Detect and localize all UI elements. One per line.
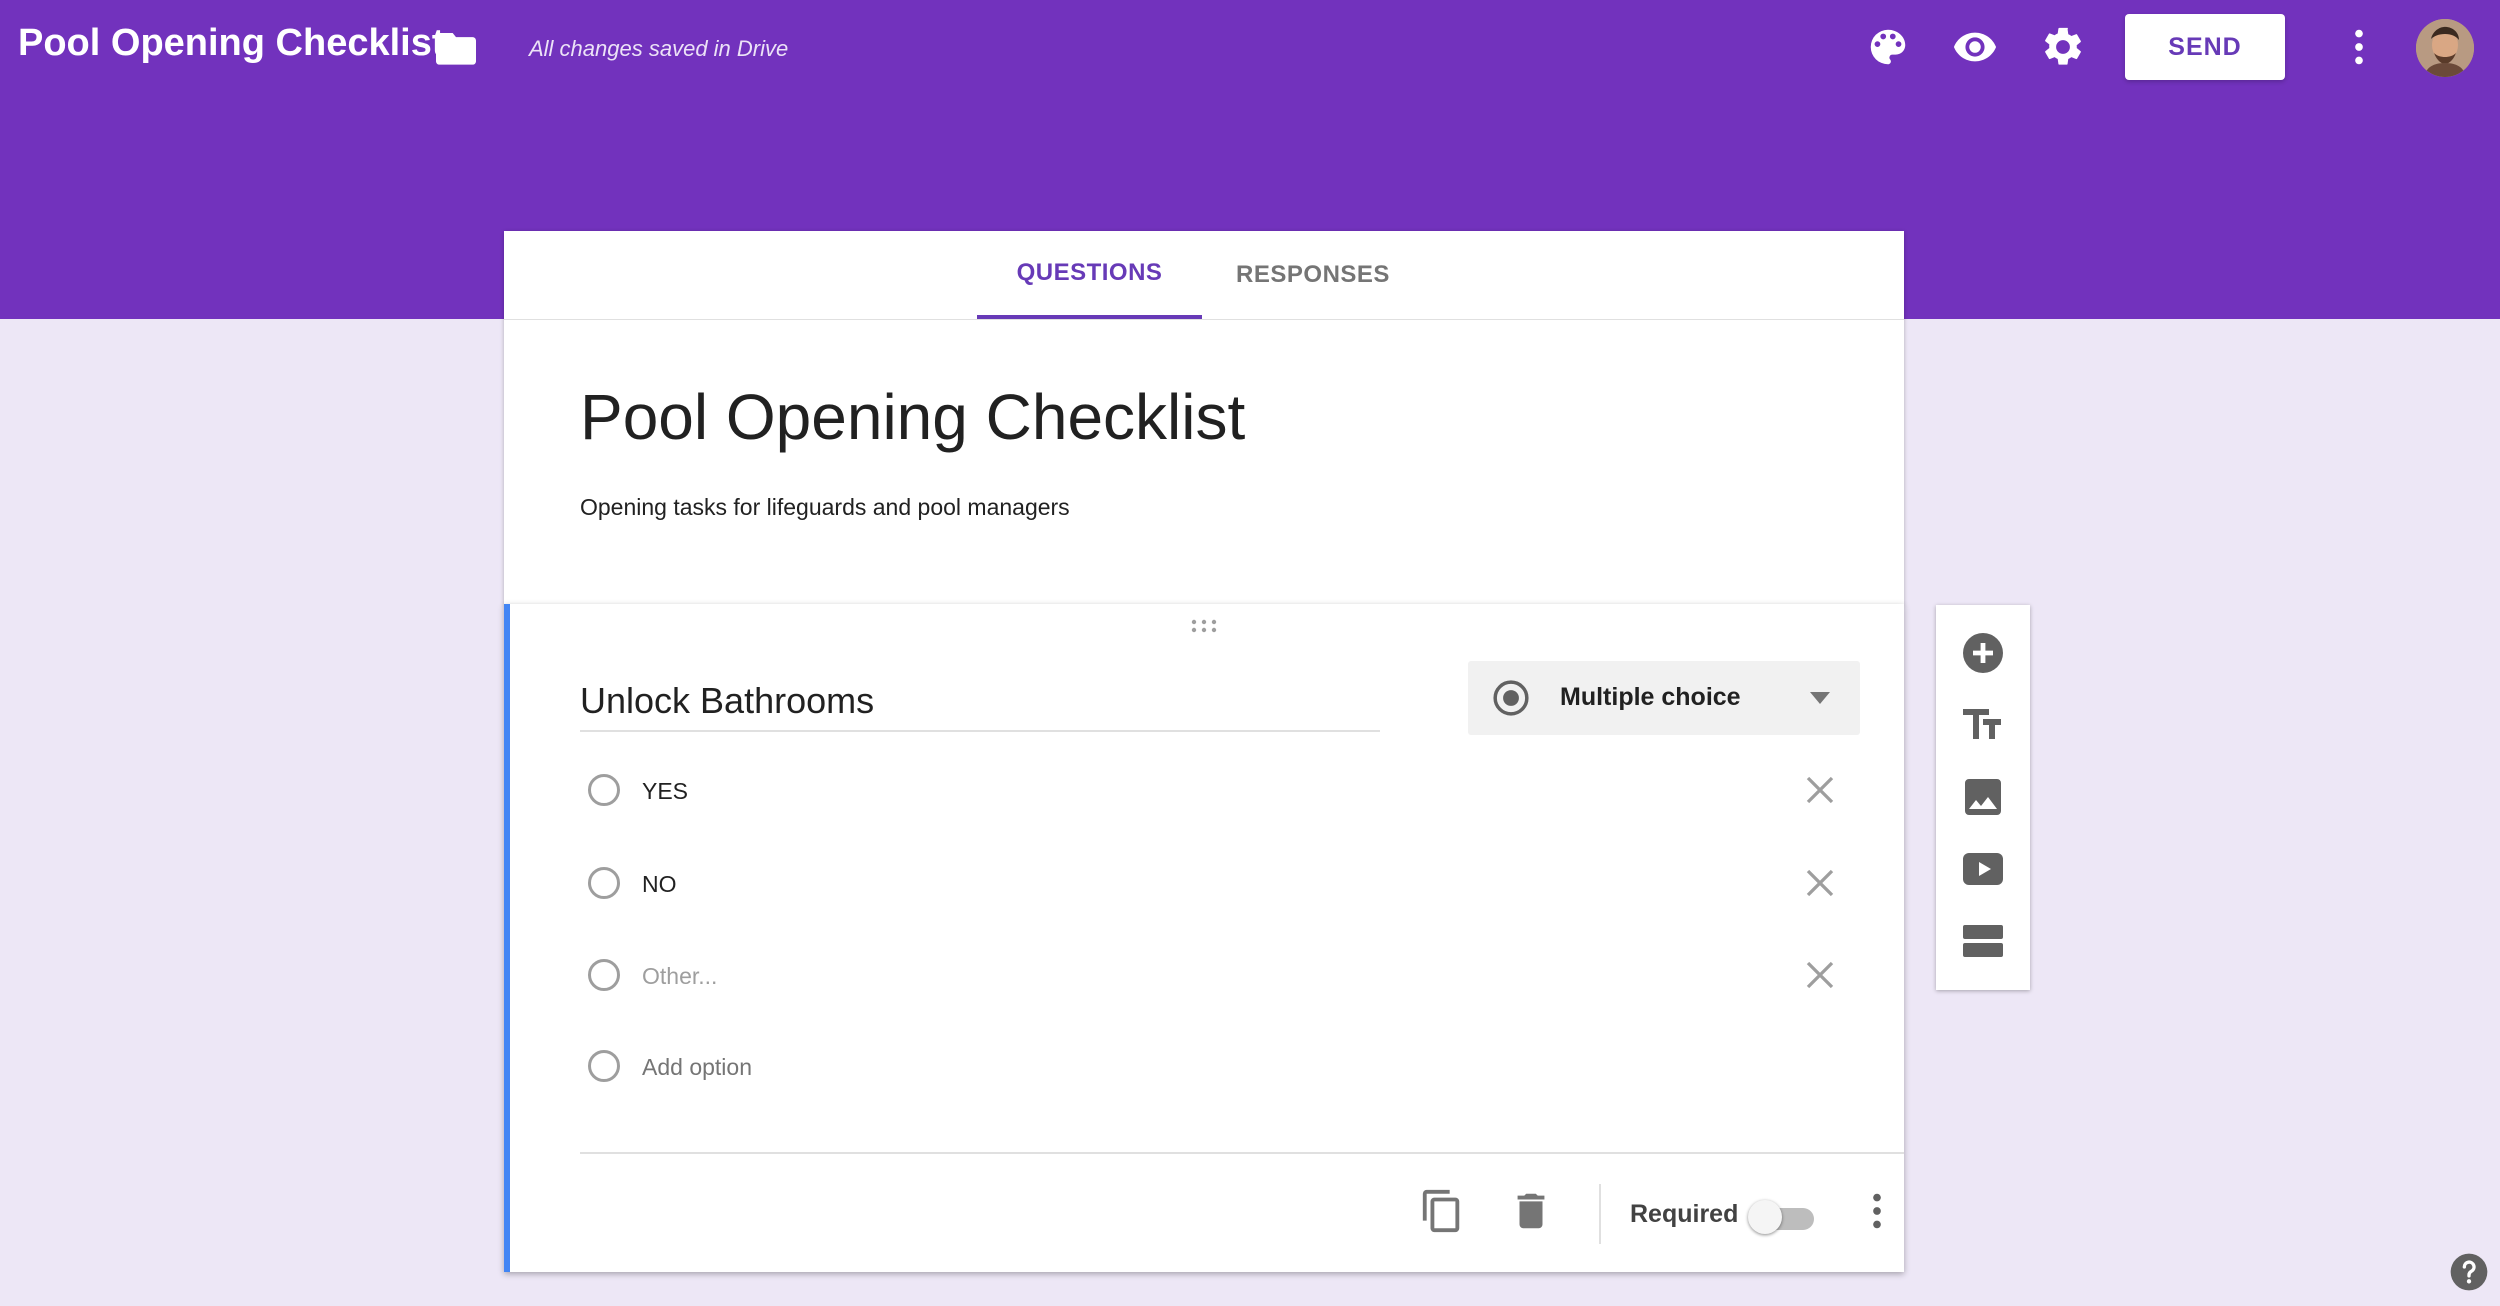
more-vert-icon[interactable] xyxy=(2336,24,2382,70)
form-header-card: QUESTIONS RESPONSES Pool Opening Checkli… xyxy=(504,231,1904,606)
side-toolbar xyxy=(1936,605,2030,990)
add-option-row[interactable]: Add option xyxy=(580,1044,1870,1094)
palette-icon[interactable] xyxy=(1865,24,1911,70)
title-text-icon[interactable] xyxy=(1959,701,2007,749)
chevron-down-icon xyxy=(1810,692,1830,704)
trash-icon[interactable] xyxy=(1508,1188,1554,1234)
option-row-other[interactable]: Other... xyxy=(580,953,1870,1003)
app-title: Pool Opening Checklist xyxy=(18,22,445,64)
option-label[interactable]: NO xyxy=(642,871,677,898)
form-header: Pool Opening Checklist Opening tasks for… xyxy=(504,320,1904,606)
gear-icon[interactable] xyxy=(2040,24,2086,70)
avatar-image xyxy=(2416,19,2474,77)
toggle-thumb xyxy=(1748,1200,1782,1234)
option-radio xyxy=(588,774,620,806)
form-title[interactable]: Pool Opening Checklist xyxy=(580,380,1245,454)
radio-button-icon xyxy=(1493,680,1529,716)
option-row[interactable]: YES xyxy=(580,768,1870,818)
option-radio xyxy=(588,959,620,991)
required-toggle[interactable] xyxy=(1748,1196,1820,1238)
footer-divider xyxy=(580,1152,1904,1154)
send-button[interactable]: SEND xyxy=(2125,14,2285,80)
tab-bar: QUESTIONS RESPONSES xyxy=(504,231,1904,320)
option-radio xyxy=(588,867,620,899)
option-row[interactable]: NO xyxy=(580,861,1870,911)
question-card[interactable]: Unlock Bathrooms Multiple choice YES NO … xyxy=(504,604,1904,1272)
form-description[interactable]: Opening tasks for lifeguards and pool ma… xyxy=(580,494,1070,521)
video-icon[interactable] xyxy=(1959,845,2007,893)
question-title-input[interactable]: Unlock Bathrooms xyxy=(580,680,1380,732)
save-status: All changes saved in Drive xyxy=(529,36,789,61)
question-type-dropdown[interactable]: Multiple choice xyxy=(1468,661,1860,735)
active-question-bar xyxy=(504,604,510,1272)
image-icon[interactable] xyxy=(1959,773,2007,821)
add-option-button[interactable]: Add option xyxy=(642,1054,752,1081)
more-vert-icon[interactable] xyxy=(1854,1188,1900,1234)
option-label-other[interactable]: Other... xyxy=(642,963,717,990)
help-icon[interactable] xyxy=(2449,1252,2489,1292)
tab-responses[interactable]: RESPONSES xyxy=(1202,231,1424,319)
folder-icon[interactable] xyxy=(436,30,476,66)
add-question-icon[interactable] xyxy=(1959,629,2007,677)
duplicate-icon[interactable] xyxy=(1419,1188,1465,1234)
eye-icon[interactable] xyxy=(1952,24,1998,70)
option-radio xyxy=(588,1050,620,1082)
close-icon[interactable] xyxy=(1802,957,1838,993)
required-label: Required xyxy=(1630,1200,1739,1228)
question-type-label: Multiple choice xyxy=(1560,683,1741,711)
drag-handle-icon[interactable] xyxy=(1189,618,1219,634)
app-bar: Pool Opening Checklist All changes saved… xyxy=(0,0,2500,96)
close-icon[interactable] xyxy=(1802,772,1838,808)
close-icon[interactable] xyxy=(1802,865,1838,901)
footer-separator xyxy=(1599,1184,1601,1244)
section-icon[interactable] xyxy=(1959,917,2007,965)
option-label[interactable]: YES xyxy=(642,778,688,805)
tab-questions[interactable]: QUESTIONS xyxy=(977,231,1202,319)
avatar[interactable] xyxy=(2416,19,2474,77)
